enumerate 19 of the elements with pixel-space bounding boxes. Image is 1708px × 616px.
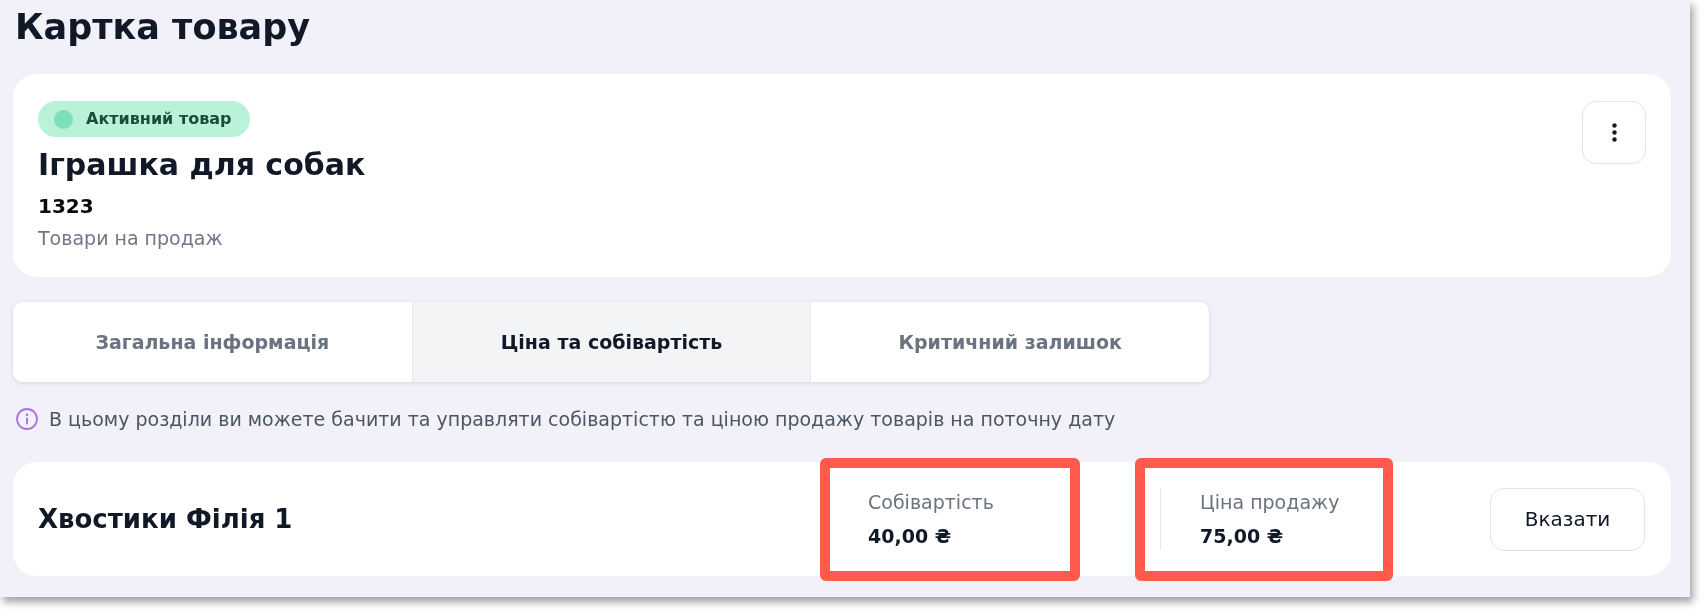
set-price-button[interactable]: Вказати — [1490, 487, 1645, 551]
product-category: Товари на продаж — [38, 226, 223, 251]
tab[interactable]: Критичний залишок — [810, 302, 1209, 382]
metric-value: 40,00 ₴ — [868, 524, 952, 549]
page-title: Картка товару — [15, 6, 311, 49]
info-text: В цьому розділи ви можете бачити та управляти собівартістю та ціною продажу товарів на поточну дату — [49, 407, 1116, 432]
info-icon — [16, 408, 38, 430]
branch-name: Хвостики Філія 1 — [38, 503, 294, 536]
metric-value: 75,00 ₴ — [1200, 524, 1284, 549]
metric-label: Собівартість — [868, 490, 994, 515]
status-dot-icon — [54, 109, 73, 129]
product-code: 1323 — [38, 193, 94, 220]
status-badge: Активний товар — [38, 101, 250, 137]
tab[interactable]: Ціна та собівартість — [411, 302, 811, 382]
more-options-button[interactable] — [1582, 101, 1646, 164]
product-name: Іграшка для собак — [38, 146, 366, 184]
metric-label: Ціна продажу — [1200, 490, 1340, 515]
tab[interactable]: Загальна інформація — [13, 302, 412, 382]
vertical-dots-icon — [1611, 123, 1617, 142]
